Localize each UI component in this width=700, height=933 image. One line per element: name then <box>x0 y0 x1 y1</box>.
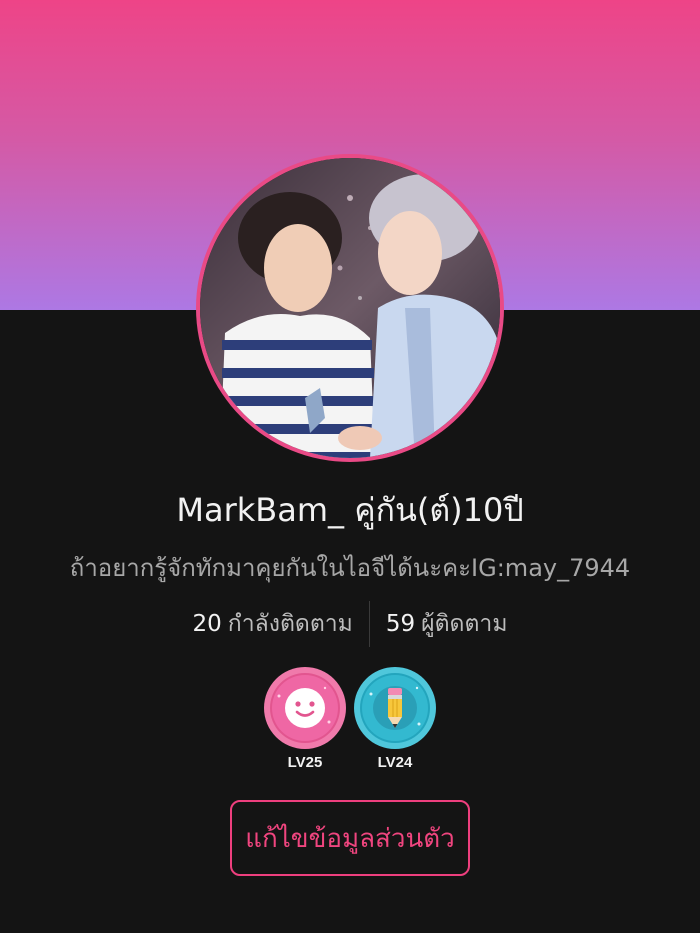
following-count: 20 <box>192 611 222 637</box>
edit-profile-button[interactable]: แก้ไขข้อมูลส่วนตัว <box>230 800 470 876</box>
pencil-icon <box>354 667 436 749</box>
smiley-face-icon <box>264 667 346 749</box>
following-label: กำลังติดตาม <box>227 611 353 637</box>
badge-list: LV25 LV24 <box>0 666 700 771</box>
badge-level: LV24 <box>377 754 413 771</box>
profile-stats: 20 กำลังติดตาม 59 ผู้ติดตาม <box>0 600 700 648</box>
followers-count: 59 <box>385 611 416 637</box>
avatar-ring <box>196 154 504 462</box>
following-stat[interactable]: 20 กำลังติดตาม <box>177 606 369 642</box>
followers-stat[interactable]: 59 ผู้ติดตาม <box>370 606 524 642</box>
avatar[interactable] <box>200 158 500 458</box>
bio-text: ถ้าอยากรู้จักทักมาคุยกันในไอจีได้นะคะIG:… <box>69 554 631 582</box>
profile-page: MarkBam_ คู่กัน(ต์)10ปี ถ้าอยากรู้จักทัก… <box>0 0 700 933</box>
badge-smiley[interactable]: LV25 <box>263 666 347 771</box>
badge-level: LV25 <box>287 754 323 771</box>
display-name: MarkBam_ คู่กัน(ต์)10ปี <box>176 491 524 529</box>
avatar-image <box>200 158 500 458</box>
followers-label: ผู้ติดตาม <box>421 611 508 637</box>
badge-pencil[interactable]: LV24 <box>353 666 437 771</box>
